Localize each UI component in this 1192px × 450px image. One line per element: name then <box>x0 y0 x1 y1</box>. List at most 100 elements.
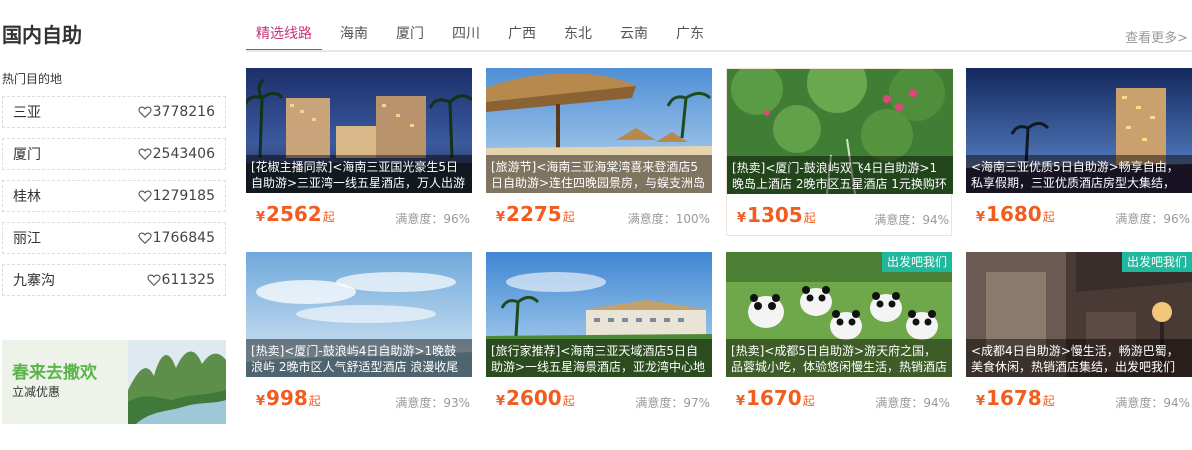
tab-xiamen[interactable]: 厦门 <box>386 22 434 52</box>
satisfaction-rate: 满意度：96% <box>395 212 470 226</box>
destination-tabs: 精选线路 海南 厦门 四川 广西 东北 云南 广东 <box>246 22 722 52</box>
destination-likes: 1279185 <box>138 188 215 204</box>
price-value: 1680 <box>986 202 1042 226</box>
destination-name: 桂林 <box>13 189 41 205</box>
product-caption: [旅游节]<海南三亚海棠湾喜来登酒店5日自助游>连住四晚园景房，与蜈支洲岛 <box>486 155 712 193</box>
likes-count: 2543406 <box>152 146 215 162</box>
satisfaction-rate: 满意度：96% <box>1115 212 1190 226</box>
price-unit: 起 <box>308 394 321 408</box>
product-caption: [热卖]<成都5日自助游>游天府之国，品蓉城小吃，体验悠闲慢生活，热销酒店 <box>726 339 952 377</box>
satisfaction-rate: 满意度：93% <box>395 396 470 410</box>
destination-item[interactable]: 厦门 2543406 <box>2 138 226 170</box>
product-caption: [花椒主播同款]<海南三亚国光豪生5日自助游>三亚湾一线五星酒店，万人出游 <box>246 155 472 193</box>
hot-destinations-heading: 热门目的地 <box>2 72 63 86</box>
product-image: 出发吧我们 [热卖]<成都5日自助游>游天府之国，品蓉城小吃，体验悠闲慢生活，热… <box>726 252 952 377</box>
product-caption: <成都4日自助游>慢生活，畅游巴蜀，美食休闲，热销酒店集结，出发吧我们 <box>966 339 1192 377</box>
product-caption: <海南三亚优质5日自助游>畅享自由，私享假期，三亚优质酒店房型大集结， <box>966 155 1192 193</box>
heart-icon <box>138 148 152 161</box>
product-price: ¥1305 起 <box>737 203 816 227</box>
tab-yunnan[interactable]: 云南 <box>610 22 658 52</box>
promo-badge: 出发吧我们 <box>881 252 952 272</box>
product-card[interactable]: [热卖]<厦门-鼓浪屿4日自助游>1晚鼓浪屿 2晚市区人气舒适型酒店 浪漫收尾 … <box>246 252 472 420</box>
price-unit: 起 <box>802 394 815 408</box>
currency-symbol: ¥ <box>496 394 506 409</box>
tab-guangxi[interactable]: 广西 <box>498 22 546 52</box>
product-image: [热卖]<厦门-鼓浪屿双飞4日自助游>1晚岛上酒店 2晚市区五星酒店 1元换购环… <box>727 69 953 194</box>
more-link[interactable]: 查看更多> <box>1125 27 1188 46</box>
price-value: 1305 <box>747 203 803 227</box>
product-card[interactable]: [旅行家推荐]<海南三亚天域酒店5日自助游>一线五星海景酒店，亚龙湾中心地 ¥2… <box>486 252 712 420</box>
product-card[interactable]: [热卖]<厦门-鼓浪屿双飞4日自助游>1晚岛上酒店 2晚市区五星酒店 1元换购环… <box>726 68 953 236</box>
price-unit: 起 <box>322 210 335 224</box>
satisfaction-rate: 满意度：94% <box>875 396 950 410</box>
heart-icon <box>138 106 152 119</box>
currency-symbol: ¥ <box>976 210 986 225</box>
destination-likes: 611325 <box>146 272 215 288</box>
destination-likes: 3778216 <box>138 104 215 120</box>
price-unit: 起 <box>803 211 816 225</box>
product-image: <海南三亚优质5日自助游>畅享自由，私享假期，三亚优质酒店房型大集结， <box>966 68 1192 193</box>
price-unit: 起 <box>1042 394 1055 408</box>
satisfaction-rate: 满意度：100% <box>627 212 710 226</box>
tab-hainan[interactable]: 海南 <box>330 22 378 52</box>
hot-destinations-list: 三亚 3778216 厦门 2543406 桂林 1279185 丽江 1766… <box>2 96 226 306</box>
currency-symbol: ¥ <box>976 394 986 409</box>
promo-title: 春来去撒欢 <box>12 363 97 383</box>
product-image: [热卖]<厦门-鼓浪屿4日自助游>1晚鼓浪屿 2晚市区人气舒适型酒店 浪漫收尾 … <box>246 252 472 377</box>
product-image: 出发吧我们 <成都4日自助游>慢生活，畅游巴蜀，美食休闲，热销酒店集结，出发吧我… <box>966 252 1192 377</box>
currency-symbol: ¥ <box>256 394 266 409</box>
price-value: 998 <box>266 386 308 410</box>
tab-featured[interactable]: 精选线路 <box>246 22 322 52</box>
likes-count: 611325 <box>161 272 215 288</box>
product-card[interactable]: 出发吧我们 <成都4日自助游>慢生活，畅游巴蜀，美食休闲，热销酒店集结，出发吧我… <box>966 252 1192 420</box>
price-value: 2562 <box>266 202 322 226</box>
promo-subtitle: 立减优惠 <box>12 385 61 399</box>
destination-likes: 2543406 <box>138 146 215 162</box>
price-unit: 起 <box>562 394 575 408</box>
tab-dongbei[interactable]: 东北 <box>554 22 602 52</box>
likes-count: 3778216 <box>152 104 215 120</box>
product-price: ¥1678 起 <box>976 386 1055 410</box>
price-value: 2275 <box>506 202 562 226</box>
guilin-landscape-image <box>128 340 226 424</box>
satisfaction-rate: 满意度：97% <box>635 396 710 410</box>
destination-item[interactable]: 九寨沟 611325 <box>2 264 226 296</box>
product-price: ¥2562 起 <box>256 202 335 226</box>
price-unit: 起 <box>1042 210 1055 224</box>
destination-item[interactable]: 三亚 3778216 <box>2 96 226 128</box>
destination-likes: 1766845 <box>138 230 215 246</box>
tab-sichuan[interactable]: 四川 <box>442 22 490 52</box>
heart-icon <box>138 190 152 203</box>
product-card[interactable]: 出发吧我们 [热卖]<成都5日自助游>游天府之国，品蓉城小吃，体验悠闲慢生活，热… <box>726 252 952 420</box>
product-image: [旅行家推荐]<海南三亚天域酒店5日自助游>一线五星海景酒店，亚龙湾中心地 <box>486 252 712 377</box>
promo-badge: 出发吧我们 <box>1121 252 1192 272</box>
section-title: 国内自助 <box>2 23 82 47</box>
currency-symbol: ¥ <box>737 211 747 226</box>
destination-item[interactable]: 桂林 1279185 <box>2 180 226 212</box>
product-card[interactable]: [旅游节]<海南三亚海棠湾喜来登酒店5日自助游>连住四晚园景房，与蜈支洲岛 ¥2… <box>486 68 712 236</box>
currency-symbol: ¥ <box>496 210 506 225</box>
heart-icon <box>146 274 161 287</box>
product-price: ¥2275 起 <box>496 202 575 226</box>
destination-name: 厦门 <box>13 147 41 163</box>
currency-symbol: ¥ <box>736 394 746 409</box>
product-image: [旅游节]<海南三亚海棠湾喜来登酒店5日自助游>连住四晚园景房，与蜈支洲岛 <box>486 68 712 193</box>
likes-count: 1766845 <box>152 230 215 246</box>
product-price: ¥998 起 <box>256 386 321 410</box>
product-price: ¥1670 起 <box>736 386 815 410</box>
satisfaction-rate: 满意度：94% <box>874 213 949 227</box>
spring-promo-banner[interactable]: 春来去撒欢 立减优惠 <box>2 340 226 424</box>
tab-guangdong[interactable]: 广东 <box>666 22 714 52</box>
price-value: 2600 <box>506 386 562 410</box>
satisfaction-rate: 满意度：94% <box>1115 396 1190 410</box>
product-caption: [热卖]<厦门-鼓浪屿双飞4日自助游>1晚岛上酒店 2晚市区五星酒店 1元换购环… <box>727 156 953 194</box>
destination-name: 三亚 <box>13 105 41 121</box>
product-caption: [旅行家推荐]<海南三亚天域酒店5日自助游>一线五星海景酒店，亚龙湾中心地 <box>486 339 712 377</box>
destination-name: 丽江 <box>13 231 41 247</box>
product-card[interactable]: [花椒主播同款]<海南三亚国光豪生5日自助游>三亚湾一线五星酒店，万人出游 ¥2… <box>246 68 472 236</box>
heart-icon <box>138 232 152 245</box>
product-card[interactable]: <海南三亚优质5日自助游>畅享自由，私享假期，三亚优质酒店房型大集结， ¥168… <box>966 68 1192 236</box>
likes-count: 1279185 <box>152 188 215 204</box>
destination-item[interactable]: 丽江 1766845 <box>2 222 226 254</box>
price-value: 1670 <box>746 386 802 410</box>
